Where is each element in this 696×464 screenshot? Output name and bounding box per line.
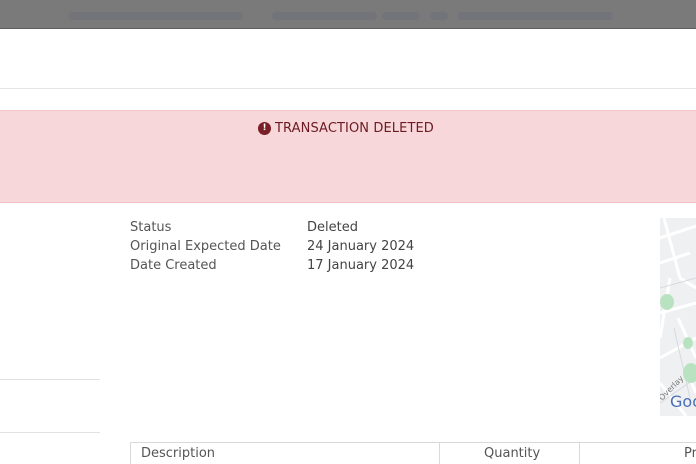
blurred-nav-item (458, 12, 613, 20)
blurred-nav-item (272, 12, 377, 20)
blurred-nav-item (68, 12, 243, 20)
detail-label: Date Created (130, 258, 217, 273)
page-header (0, 29, 696, 89)
sidebar-divider (0, 379, 100, 380)
detail-row-original-expected-date: Original Expected Date 24 January 2024 (130, 237, 414, 256)
sidebar-divider (0, 432, 100, 433)
detail-value: 24 January 2024 (307, 239, 415, 254)
detail-value: Deleted (307, 220, 358, 235)
location-map[interactable]: Overlay Google (660, 218, 696, 416)
detail-label: Status (130, 220, 172, 235)
google-logo: Google (670, 392, 696, 411)
column-header-description: Description (141, 446, 216, 461)
column-divider (579, 443, 580, 464)
detail-value: 17 January 2024 (307, 258, 415, 273)
blurred-nav-item (382, 12, 420, 20)
alert-text: TRANSACTION DELETED (275, 121, 434, 136)
detail-label: Original Expected Date (130, 239, 281, 254)
deleted-alert-banner: ! TRANSACTION DELETED (0, 110, 696, 203)
alert-message: ! TRANSACTION DELETED (258, 121, 434, 136)
blurred-nav-item (430, 12, 448, 20)
line-items-table-header: Description Quantity Pr (130, 442, 696, 464)
column-header-quantity: Quantity (484, 446, 541, 461)
column-header-price: Pr (684, 446, 696, 461)
transaction-details: Status Deleted Original Expected Date 24… (130, 218, 414, 275)
detail-row-status: Status Deleted (130, 218, 414, 237)
column-divider (439, 443, 440, 464)
top-navigation-bar-dimmed (0, 0, 696, 29)
detail-row-date-created: Date Created 17 January 2024 (130, 256, 414, 275)
exclamation-circle-icon: ! (258, 122, 271, 135)
